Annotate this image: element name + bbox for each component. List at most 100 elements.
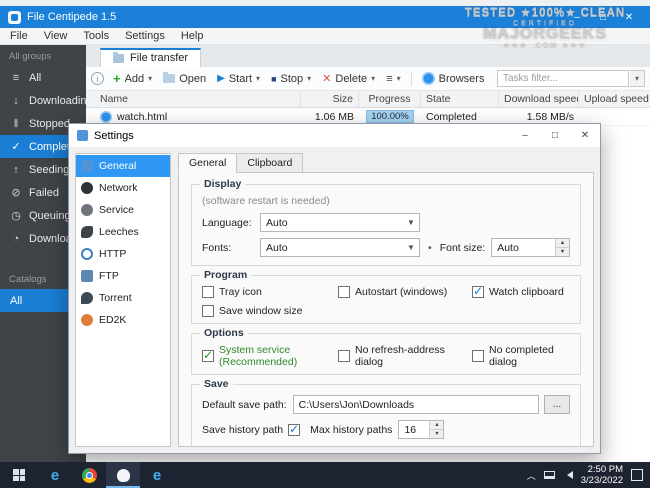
start-button[interactable] [0, 462, 38, 488]
info-icon[interactable]: i [91, 72, 104, 85]
nav-item-ed2k[interactable]: ED2K [76, 309, 170, 331]
network-icon [81, 182, 93, 194]
nav-item-service[interactable]: Service [76, 199, 170, 221]
fonts-select[interactable]: Auto ▼ [260, 238, 420, 257]
tasks-filter-input[interactable] [497, 70, 629, 87]
toolbar-separator [411, 71, 412, 86]
restart-note: (software restart is needed) [202, 195, 570, 207]
close-icon[interactable]: ✕ [616, 12, 642, 23]
delete-button[interactable]: ✕ Delete ▾ [317, 70, 380, 87]
menu-tools[interactable]: Tools [75, 29, 117, 43]
font-size-spinner[interactable]: Auto ▲▼ [491, 238, 570, 257]
tab-general[interactable]: General [178, 153, 237, 173]
nav-item-ftp[interactable]: FTP [76, 265, 170, 287]
save-history-label: Save history path [202, 424, 283, 436]
spinner-arrows[interactable]: ▲▼ [555, 239, 569, 256]
col-state[interactable]: State [421, 91, 499, 107]
nav-item-network[interactable]: Network [76, 177, 170, 199]
chevron-down-icon: ▼ [403, 218, 419, 227]
internet-explorer-icon: e [153, 467, 161, 484]
system-service-option[interactable]: System service (Recommended) [202, 344, 338, 368]
pause-icon: ‖ [10, 118, 22, 130]
nav-item-general[interactable]: General [76, 155, 170, 177]
save-window-size-option[interactable]: Save window size [202, 305, 338, 317]
start-button[interactable]: ▶ Start ▾ [212, 71, 265, 87]
taskbar-chrome[interactable] [72, 462, 106, 488]
col-name[interactable]: Name [86, 91, 301, 107]
chevron-down-icon: ▼ [403, 243, 419, 252]
hidden-icons-chevron[interactable]: ︿ [527, 469, 536, 482]
language-select[interactable]: Auto ▼ [260, 213, 420, 232]
taskbar-ie[interactable]: e [140, 462, 174, 488]
window-controls: – □ ✕ [564, 12, 642, 23]
col-size[interactable]: Size [301, 91, 359, 107]
taskbar-edge[interactable]: e [38, 462, 72, 488]
checkbox[interactable] [472, 350, 484, 362]
open-button[interactable]: Open [158, 71, 211, 87]
checkbox[interactable] [338, 350, 350, 362]
nav-item-http[interactable]: HTTP [76, 243, 170, 265]
browsers-button[interactable]: Browsers [417, 70, 490, 87]
add-button[interactable]: + Add ▾ [108, 71, 157, 87]
dialog-maximize-icon[interactable]: □ [540, 124, 570, 147]
volume-tray-icon[interactable] [563, 471, 573, 479]
no-completed-dialog-option[interactable]: No completed dialog [472, 344, 570, 368]
table-header: Name Size Progress State Download speed … [86, 91, 650, 108]
nav-item-torrent[interactable]: Torrent [76, 287, 170, 309]
max-history-spinner[interactable]: 16 ▲▼ [398, 420, 444, 439]
checkbox[interactable] [202, 305, 214, 317]
spinner-arrows[interactable]: ▲▼ [429, 421, 443, 438]
no-refresh-address-option[interactable]: No refresh-address dialog [338, 344, 472, 368]
minimize-icon[interactable]: – [564, 12, 590, 23]
action-center-icon[interactable] [631, 469, 643, 481]
taskbar-clock[interactable]: 2:50 PM 3/23/2022 [581, 464, 623, 487]
http-globe-icon [81, 248, 93, 260]
maximize-icon[interactable]: □ [590, 12, 616, 23]
stop-button[interactable]: ■ Stop ▾ [266, 71, 316, 87]
tab-clipboard[interactable]: Clipboard [236, 153, 303, 173]
chrome-icon [82, 468, 97, 483]
chevron-down-icon: ▾ [371, 74, 375, 83]
browse-button[interactable]: ... [544, 395, 570, 414]
spin-up-icon[interactable]: ▲ [556, 239, 569, 248]
spin-down-icon[interactable]: ▼ [556, 248, 569, 256]
save-history-checkbox[interactable] [288, 424, 300, 436]
nav-item-leeches[interactable]: Leeches [76, 221, 170, 243]
sidebar-item-label: Failed [29, 187, 59, 199]
menu-settings[interactable]: Settings [117, 29, 173, 43]
more-menu-button[interactable]: ≡ ▾ [381, 71, 405, 87]
options-group: Options System service (Recommended) No … [191, 333, 581, 375]
checkbox[interactable] [338, 286, 350, 298]
taskbar-file-centipede[interactable] [106, 462, 140, 488]
dialog-close-icon[interactable]: ✕ [570, 124, 600, 147]
sidebar-item-label: All [29, 72, 41, 84]
autostart-option[interactable]: Autostart (windows) [338, 286, 472, 298]
col-progress[interactable]: Progress [359, 91, 421, 107]
main-titlebar: File Centipede 1.5 – □ ✕ [0, 6, 650, 28]
list-icon: ≡ [10, 72, 22, 84]
col-download-speed[interactable]: Download speed [499, 91, 579, 107]
folder-icon [163, 74, 175, 83]
filter-dropdown-button[interactable]: ▾ [630, 70, 645, 87]
menu-file[interactable]: File [2, 29, 36, 43]
tab-file-transfer[interactable]: File transfer [100, 48, 201, 67]
toolbar: i + Add ▾ Open ▶ Start ▾ [86, 67, 650, 91]
menu-help[interactable]: Help [173, 29, 212, 43]
checkbox[interactable] [472, 286, 484, 298]
spin-up-icon[interactable]: ▲ [430, 421, 443, 430]
chevron-down-icon: ▾ [307, 74, 311, 83]
network-tray-icon[interactable] [544, 471, 555, 479]
menu-view[interactable]: View [36, 29, 76, 43]
col-upload-speed[interactable]: Upload speed [579, 91, 650, 107]
checkbox[interactable] [202, 350, 214, 362]
sidebar-item-all[interactable]: ≡ All [0, 66, 86, 89]
watch-clipboard-option[interactable]: Watch clipboard [472, 286, 570, 298]
hamburger-icon: ≡ [386, 73, 392, 85]
spin-down-icon[interactable]: ▼ [430, 430, 443, 438]
checkbox[interactable] [202, 286, 214, 298]
tray-icon-option[interactable]: Tray icon [202, 286, 338, 298]
dialog-minimize-icon[interactable]: – [510, 124, 540, 147]
general-panel: Display (software restart is needed) Lan… [178, 172, 594, 447]
sidebar-item-downloading[interactable]: ↓ Downloading [0, 89, 86, 112]
default-save-path-input[interactable] [293, 395, 539, 414]
